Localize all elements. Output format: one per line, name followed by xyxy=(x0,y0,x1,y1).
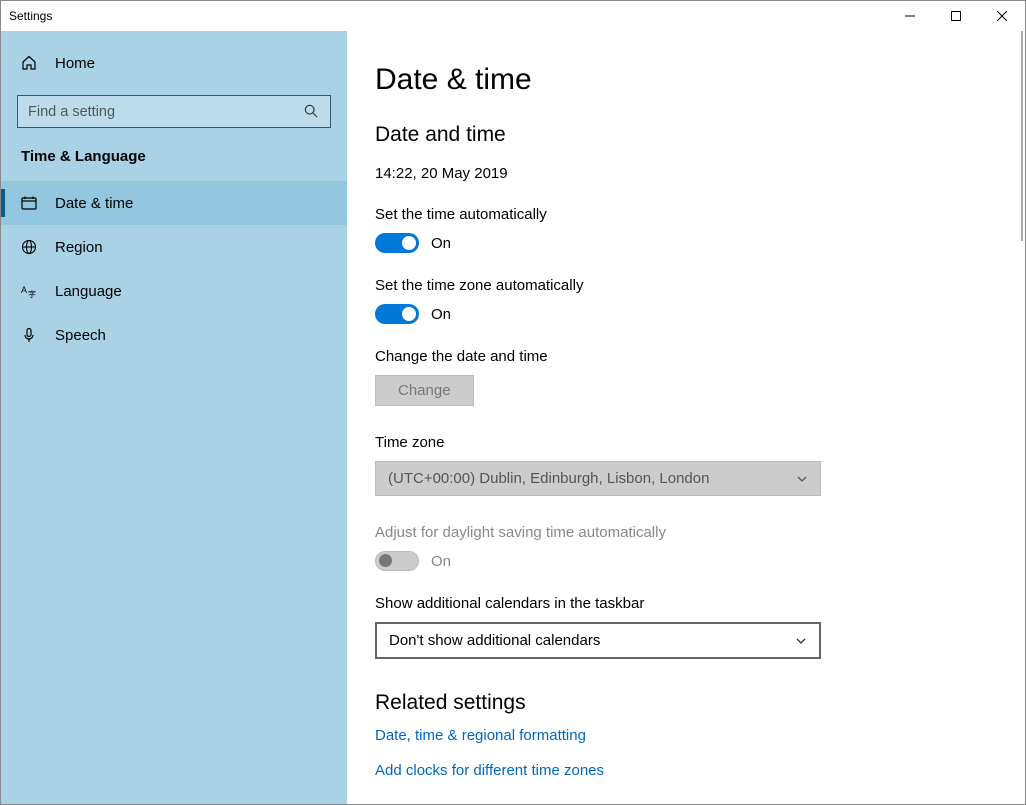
dst-state: On xyxy=(431,553,451,570)
maximize-button[interactable] xyxy=(933,1,979,31)
sidebar-item-label: Speech xyxy=(55,327,106,344)
timezone-dropdown[interactable]: (UTC+00:00) Dublin, Edinburgh, Lisbon, L… xyxy=(375,461,821,496)
change-date-time-label: Change the date and time xyxy=(375,348,985,365)
sidebar-item-label: Language xyxy=(55,283,122,300)
change-button[interactable]: Change xyxy=(375,375,474,406)
svg-text:字: 字 xyxy=(28,289,36,299)
titlebar: Settings xyxy=(1,1,1025,31)
related-heading: Related settings xyxy=(375,691,985,715)
sidebar-item-label: Region xyxy=(55,239,103,256)
sidebar-item-language[interactable]: A字 Language xyxy=(1,269,347,313)
set-time-auto-toggle[interactable] xyxy=(375,233,419,253)
search-input[interactable] xyxy=(28,104,304,120)
section-title: Time & Language xyxy=(1,142,347,181)
sidebar: Home Time & Language Date & time Regi xyxy=(1,31,347,804)
home-label: Home xyxy=(55,55,95,72)
page-title: Date & time xyxy=(375,63,985,97)
set-zone-auto-label: Set the time zone automatically xyxy=(375,277,985,294)
additional-calendars-dropdown[interactable]: Don't show additional calendars xyxy=(375,622,821,659)
search-box[interactable] xyxy=(17,95,331,128)
set-time-auto-state: On xyxy=(431,235,451,252)
timezone-value: (UTC+00:00) Dublin, Edinburgh, Lisbon, L… xyxy=(388,470,709,487)
set-zone-auto-state: On xyxy=(431,306,451,323)
home-icon xyxy=(21,55,37,71)
sidebar-item-region[interactable]: Region xyxy=(1,225,347,269)
sidebar-item-date-time[interactable]: Date & time xyxy=(1,181,347,225)
content: Date & time Date and time 14:22, 20 May … xyxy=(347,31,1025,804)
close-button[interactable] xyxy=(979,1,1025,31)
set-time-auto-label: Set the time automatically xyxy=(375,206,985,223)
clock-icon xyxy=(21,195,37,211)
svg-text:A: A xyxy=(21,285,27,295)
chevron-down-icon xyxy=(795,635,807,647)
additional-calendars-label: Show additional calendars in the taskbar xyxy=(375,595,985,612)
sidebar-item-label: Date & time xyxy=(55,195,133,212)
microphone-icon xyxy=(21,327,37,343)
language-icon: A字 xyxy=(21,283,37,299)
dst-label: Adjust for daylight saving time automati… xyxy=(375,524,985,541)
set-zone-auto-toggle[interactable] xyxy=(375,304,419,324)
scrollbar[interactable] xyxy=(1021,31,1023,241)
link-date-time-formatting[interactable]: Date, time & regional formatting xyxy=(375,727,985,744)
link-add-clocks[interactable]: Add clocks for different time zones xyxy=(375,762,985,779)
dst-toggle xyxy=(375,551,419,571)
additional-calendars-value: Don't show additional calendars xyxy=(389,632,600,649)
globe-icon xyxy=(21,239,37,255)
chevron-down-icon xyxy=(796,473,808,485)
minimize-button[interactable] xyxy=(887,1,933,31)
sidebar-item-speech[interactable]: Speech xyxy=(1,313,347,357)
current-datetime: 14:22, 20 May 2019 xyxy=(375,165,985,182)
timezone-label: Time zone xyxy=(375,434,985,451)
home-button[interactable]: Home xyxy=(1,43,347,83)
search-icon xyxy=(304,104,320,120)
window-controls xyxy=(887,1,1025,31)
body: Home Time & Language Date & time Regi xyxy=(1,31,1025,804)
section-heading: Date and time xyxy=(375,123,985,147)
settings-window: Settings Home xyxy=(0,0,1026,805)
window-title: Settings xyxy=(9,9,887,23)
